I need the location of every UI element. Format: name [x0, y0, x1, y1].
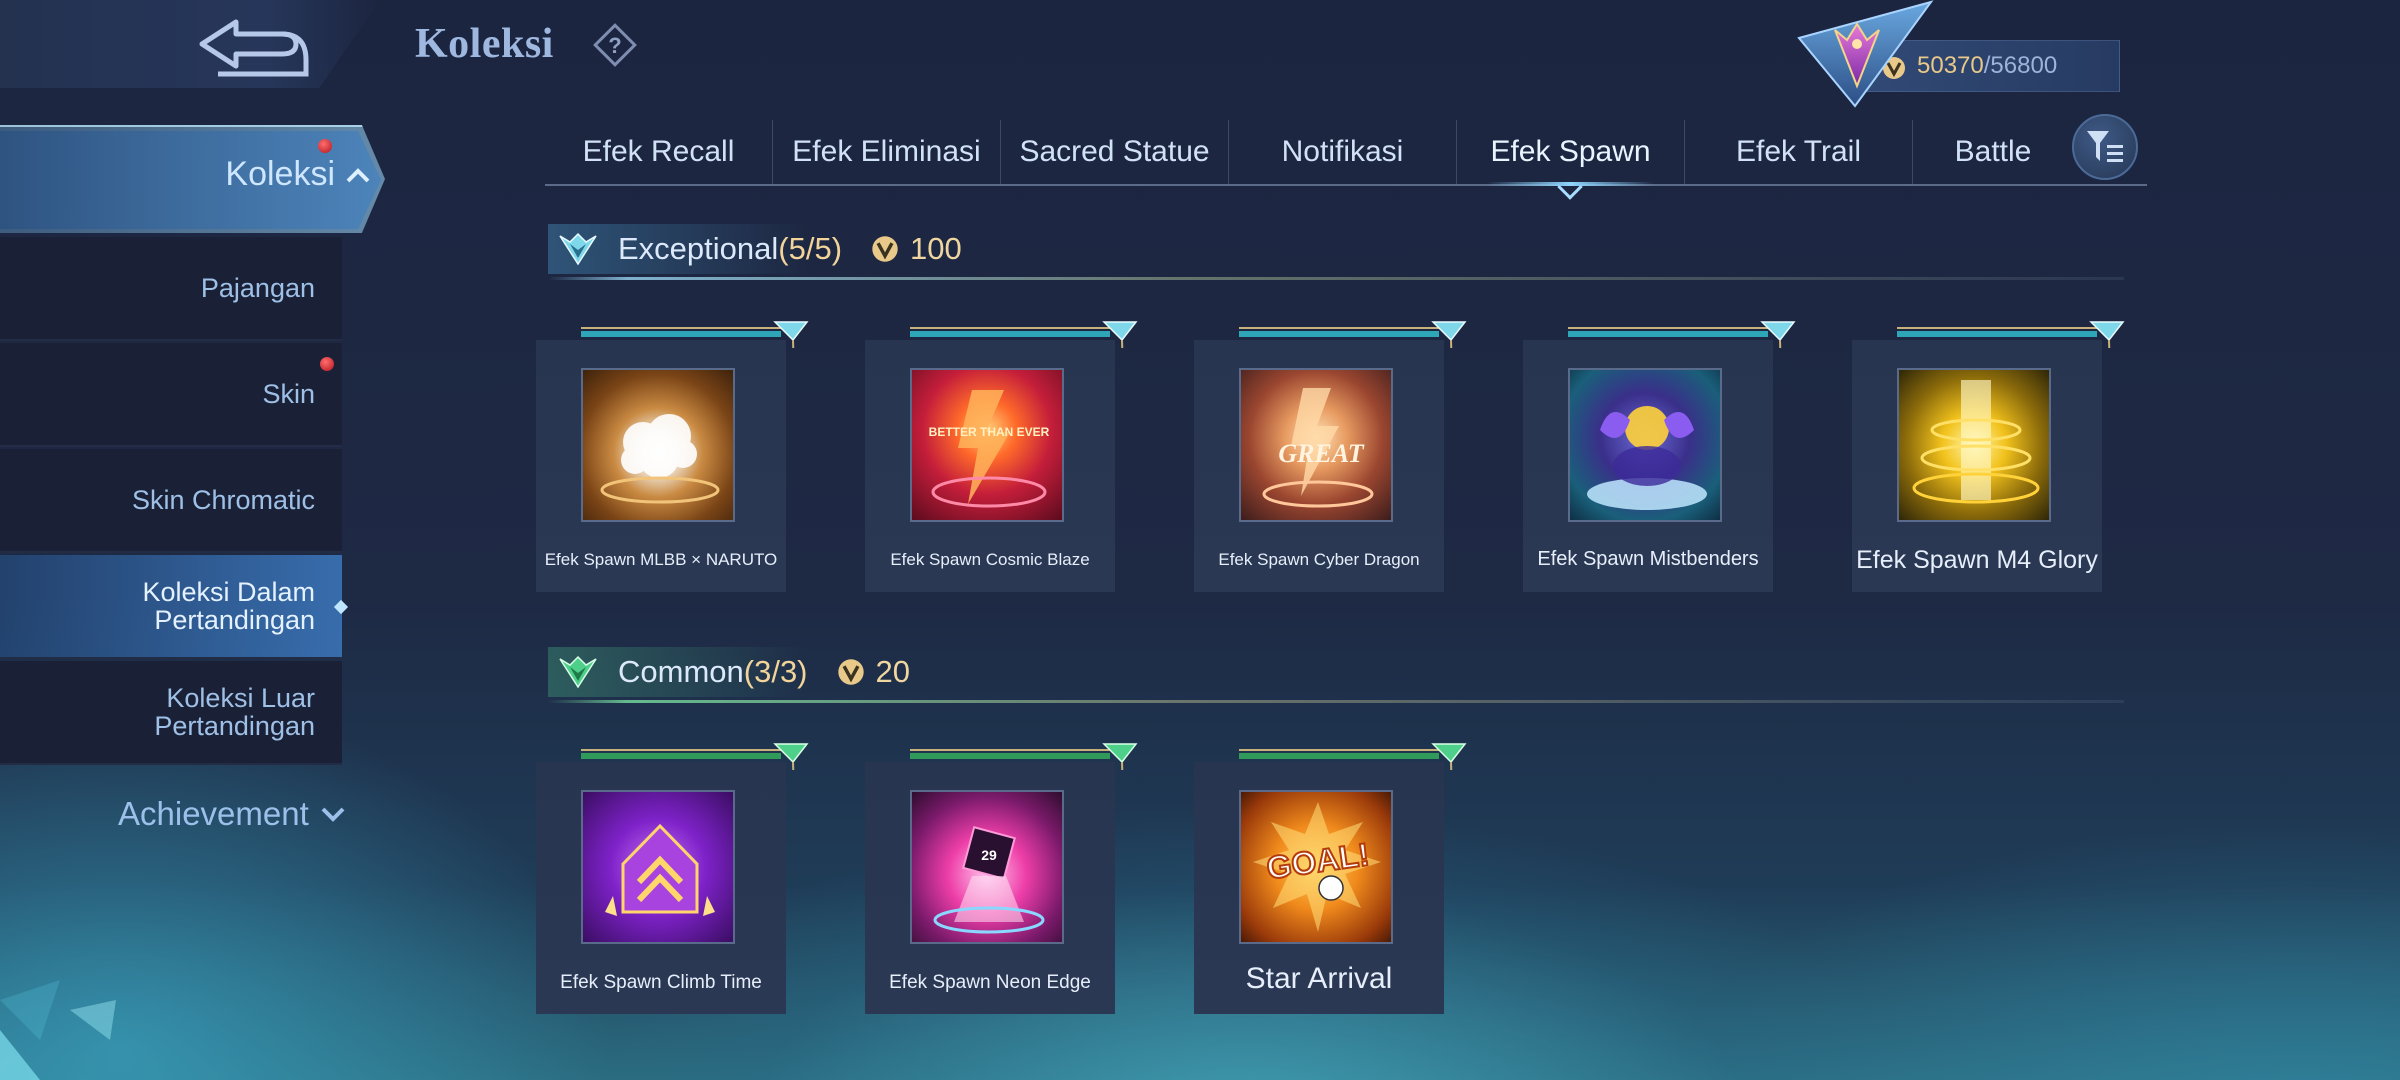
filter-icon — [2087, 131, 2123, 162]
section-label: Common(3/3) — [618, 654, 808, 689]
sidebar-achievement[interactable]: Achievement — [118, 795, 345, 833]
item-thumbnail-mistbenders — [1568, 368, 1722, 522]
item-name: Efek Spawn Mistbenders — [1537, 548, 1759, 570]
sidebar-item-koleksi-dalam-pertandingan[interactable]: Koleksi Dalam Pertandingan — [0, 555, 349, 659]
item-thumbnail-cyber-dragon: GREAT — [1239, 368, 1393, 522]
chevron-up-icon — [346, 168, 370, 183]
exceptional-tier-icon — [559, 232, 597, 266]
category-tabs: Efek Recall Efek Eliminasi Sacred Statue… — [545, 120, 2147, 200]
back-button[interactable] — [0, 0, 380, 88]
tab-efek-eliminasi[interactable]: Efek Eliminasi — [773, 120, 1001, 184]
tab-sacred-statue[interactable]: Sacred Statue — [1001, 120, 1229, 184]
back-arrow-icon — [199, 19, 309, 77]
active-indicator — [333, 599, 349, 615]
card-frame-ornament — [1239, 321, 1467, 348]
points-separator: / — [1983, 52, 1991, 79]
sidebar-item-skin-chromatic[interactable]: Skin Chromatic — [0, 449, 342, 553]
sidebar-item-label: Koleksi Dalam Pertandingan — [142, 577, 315, 635]
item-name: Efek Spawn MLBB × NARUTO — [544, 550, 778, 569]
sidebar-achievement-label: Achievement — [118, 795, 309, 832]
mist-orb-icon — [1587, 406, 1707, 510]
sidebar-item-pajangan[interactable]: Pajangan — [0, 237, 342, 341]
item-card[interactable]: GOAL! Star Arrival — [1194, 743, 1467, 1014]
item-card[interactable]: 29 Efek Spawn Neon Edge — [865, 743, 1138, 1014]
smoke-burst-icon — [600, 414, 720, 504]
golden-pillar-icon — [1912, 380, 2040, 504]
section-common-header: Common(3/3) 20 — [548, 647, 2124, 703]
active-tab-pointer — [1557, 174, 1583, 200]
sidebar-item-label: Skin Chromatic — [131, 485, 315, 515]
goal-burst-icon: GOAL! — [1253, 802, 1381, 932]
card-frame-ornament — [581, 743, 809, 770]
filter-button[interactable] — [2072, 114, 2138, 180]
card-frame-ornament — [910, 321, 1138, 348]
section-point-value: 100 — [870, 231, 962, 267]
rank-chevron-icon — [605, 823, 715, 916]
lightning-great-icon: GREAT — [1262, 388, 1374, 508]
svg-text:BETTER THAN EVER: BETTER THAN EVER — [929, 425, 1050, 439]
tab-label: Efek Trail — [1735, 135, 1862, 168]
notification-dot — [318, 139, 332, 153]
tab-label: Efek Eliminasi — [792, 135, 981, 168]
item-name: Efek Spawn M4 Glory — [1856, 546, 2098, 574]
sidebar-koleksi-label: Koleksi — [225, 155, 335, 193]
help-icon[interactable]: ? — [590, 20, 640, 75]
item-card[interactable]: Efek Spawn M4 Glory — [1852, 321, 2125, 592]
tab-label: Battle — [1954, 135, 2032, 168]
decorative-crystal — [0, 980, 116, 1080]
item-name: Efek Spawn Cosmic Blaze — [890, 550, 1090, 569]
sidebar-item-label: Skin — [262, 379, 315, 409]
tab-efek-spawn[interactable]: Efek Spawn — [1457, 120, 1685, 200]
tab-label: Efek Recall — [582, 135, 735, 168]
svg-text:?: ? — [608, 33, 621, 58]
item-name: Efek Spawn Climb Time — [560, 972, 762, 993]
section-exceptional-header: Exceptional(5/5) 100 — [548, 224, 2124, 280]
item-card[interactable]: BETTER THAN EVER Efek Spawn Cosmic Blaze — [865, 321, 1138, 592]
item-name: Efek Spawn Cyber Dragon — [1218, 550, 1420, 569]
max-points: 56800 — [1990, 52, 2058, 79]
svg-text:GREAT: GREAT — [1278, 439, 1364, 468]
item-thumbnail-m4-glory — [1897, 368, 2051, 522]
notification-dot — [320, 357, 334, 371]
page-title: Koleksi — [415, 21, 554, 67]
card-frame-ornament — [1568, 321, 1796, 348]
section-label: Exceptional(5/5) — [618, 231, 843, 266]
collector-point-icon — [872, 236, 898, 262]
tab-efek-trail[interactable]: Efek Trail — [1685, 120, 1913, 184]
item-thumbnail-star-arrival: GOAL! — [1239, 790, 1393, 944]
item-card[interactable]: GREAT Efek Spawn Cyber Dragon — [1194, 321, 1467, 592]
common-tier-icon — [559, 655, 597, 689]
sidebar-item-label: Pajangan — [200, 273, 315, 303]
section-point-value: 20 — [836, 654, 910, 690]
tab-battle[interactable]: Battle — [1913, 120, 2073, 184]
item-thumbnail-mlbb-naruto — [581, 368, 735, 522]
tab-label: Notifikasi — [1281, 135, 1404, 168]
card-frame-ornament — [910, 743, 1138, 770]
sidebar-item-koleksi-luar-pertandingan[interactable]: Koleksi Luar Pertandingan — [0, 661, 342, 765]
item-card[interactable]: Efek Spawn Mistbenders — [1523, 321, 1796, 592]
item-thumbnail-cosmic-blaze: BETTER THAN EVER — [910, 368, 1064, 522]
item-card[interactable]: Efek Spawn MLBB × NARUTO — [536, 321, 809, 592]
collector-point-icon — [837, 659, 864, 685]
svg-text:29: 29 — [981, 847, 997, 863]
sidebar-item-label: Koleksi Luar Pertandingan — [154, 683, 315, 741]
sidebar-item-skin[interactable]: Skin — [0, 343, 342, 447]
item-name: Star Arrival — [1245, 962, 1393, 995]
item-thumbnail-climb-time — [581, 790, 735, 944]
tab-notifikasi[interactable]: Notifikasi — [1229, 120, 1457, 184]
item-card[interactable]: Efek Spawn Climb Time — [536, 743, 809, 1014]
card-frame-ornament — [581, 321, 809, 348]
card-frame-ornament — [1239, 743, 1467, 770]
svg-text:GOAL!: GOAL! — [1264, 836, 1371, 886]
card-frame-ornament — [1897, 321, 2125, 348]
lightning-emblem-icon: BETTER THAN EVER — [929, 390, 1050, 508]
neon-cube-icon: 29 — [933, 826, 1045, 934]
item-name: Efek Spawn Neon Edge — [889, 972, 1091, 993]
item-thumbnail-neon-edge: 29 — [910, 790, 1064, 944]
collector-rank-emblem-icon[interactable] — [1795, 0, 1935, 110]
chevron-down-icon — [321, 807, 345, 822]
tab-label: Sacred Statue — [1019, 135, 1210, 168]
tab-efek-recall[interactable]: Efek Recall — [545, 120, 773, 184]
tab-label: Efek Spawn — [1490, 135, 1651, 168]
